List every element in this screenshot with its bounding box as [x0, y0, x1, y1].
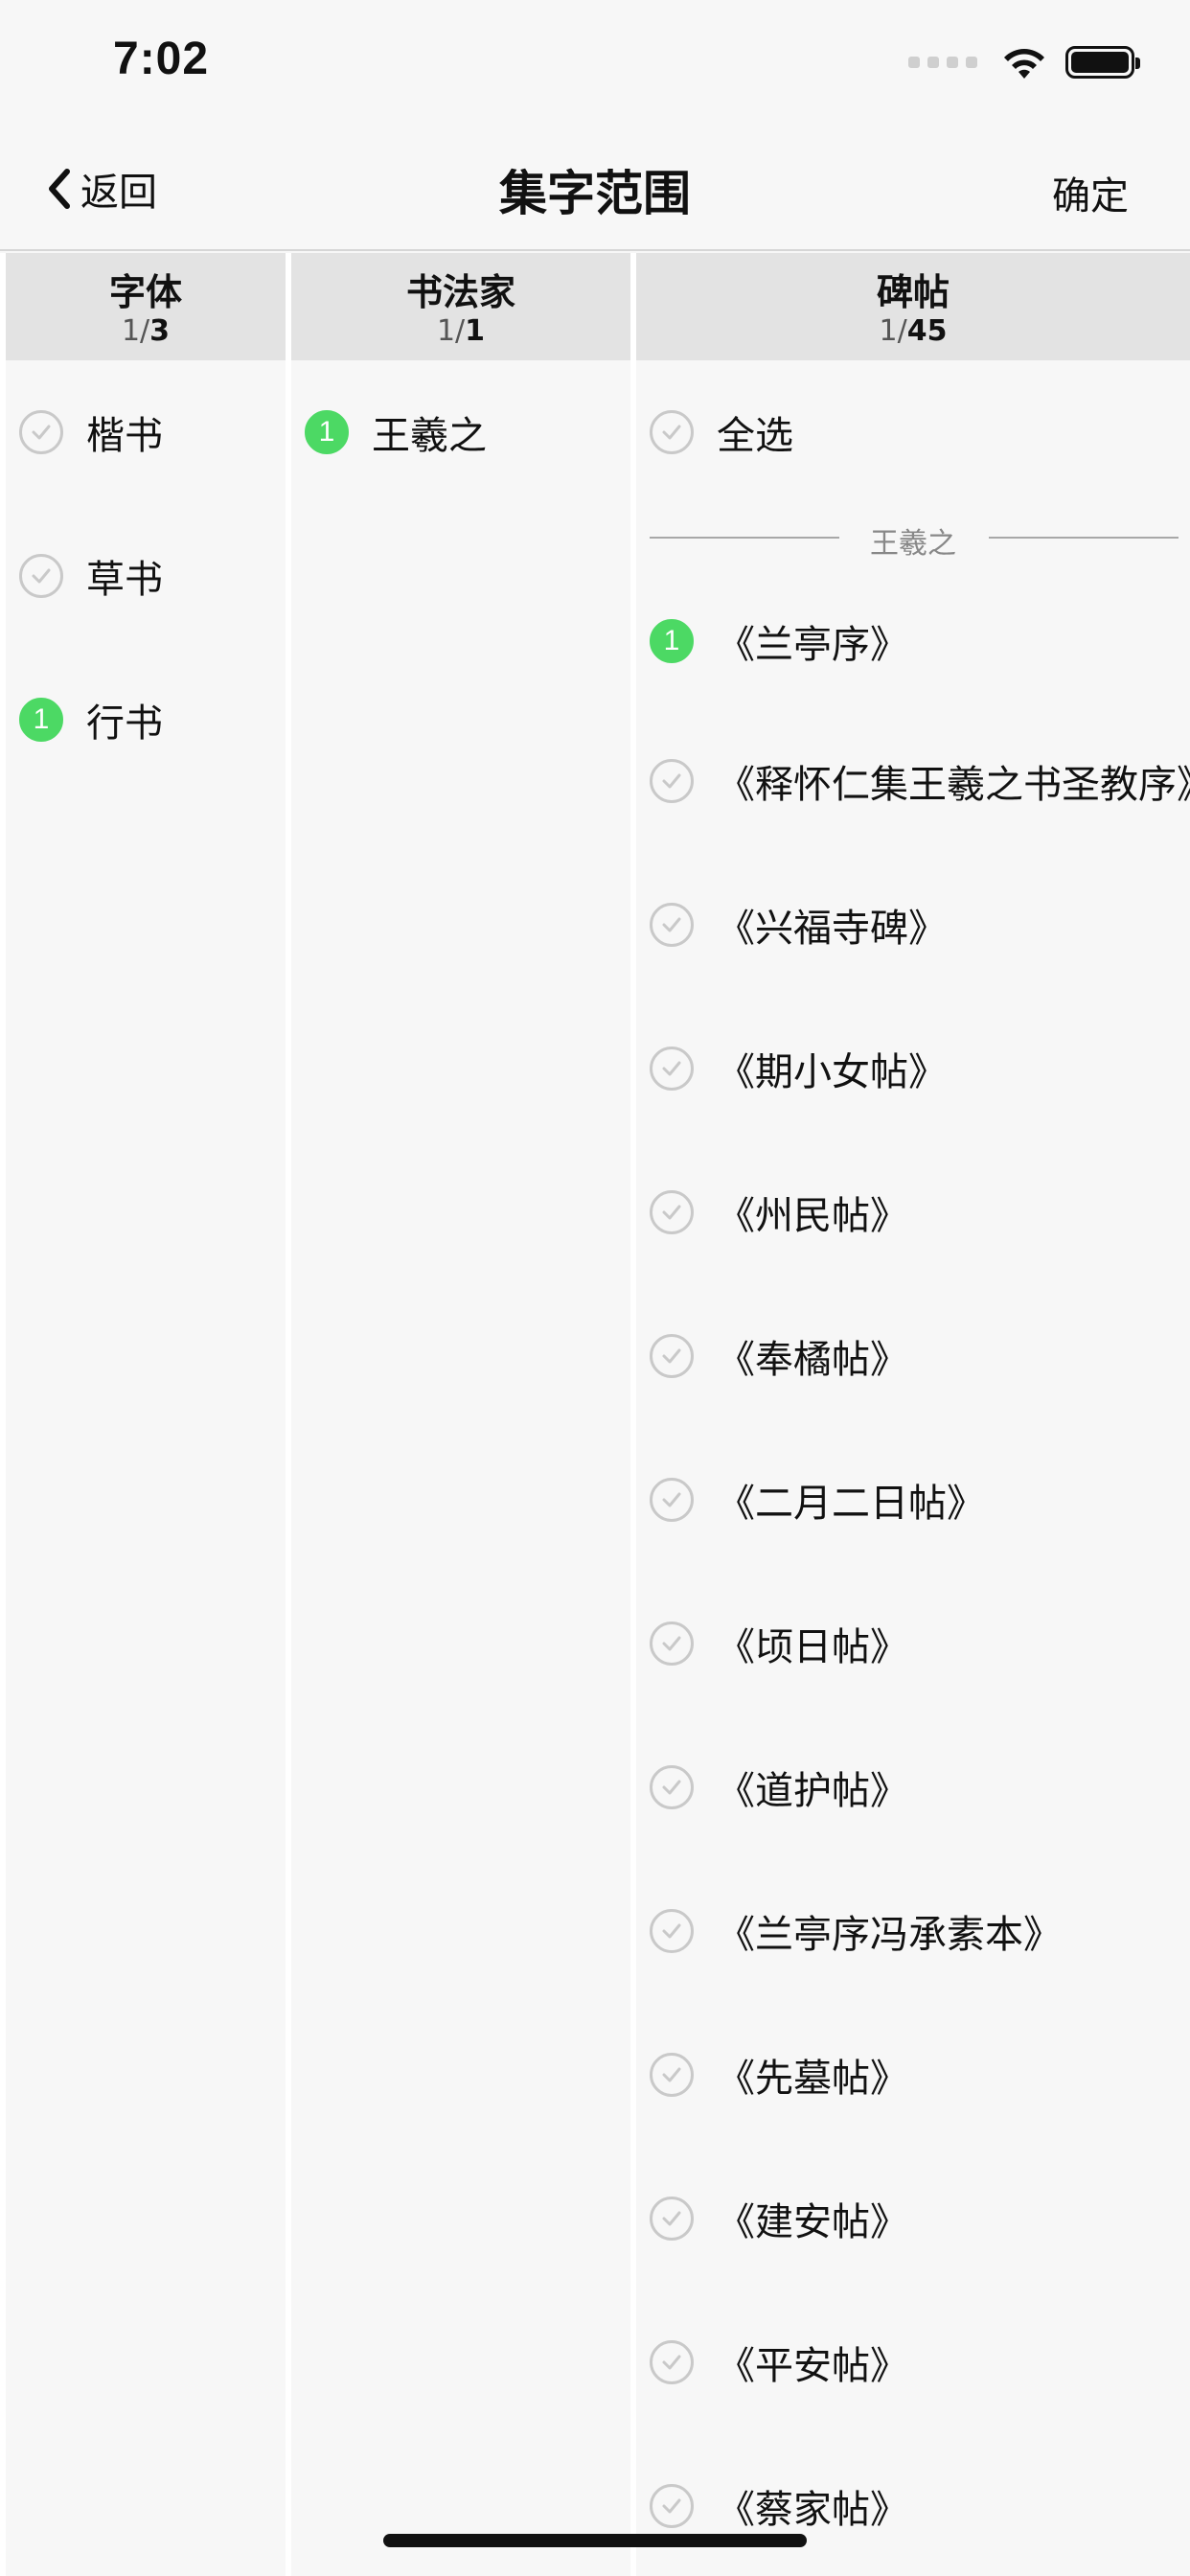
font-style-count: 1/3 [121, 314, 171, 348]
unchecked-circle-icon [650, 1334, 694, 1378]
unchecked-circle-icon [19, 554, 63, 598]
rubbing-label: 《先墓帖》 [717, 2057, 908, 2101]
selection-columns: 字体 1/3 楷书 草书 1 行书 书法家 1/1 1 王羲之 碑帖 1/45 … [0, 253, 1190, 2576]
calligrapher-item-wang-xizhi[interactable]: 1 王羲之 [291, 360, 630, 504]
unchecked-circle-icon [650, 2196, 694, 2241]
rubbing-label: 《二月二日帖》 [717, 1482, 985, 1526]
rubbing-item[interactable]: 《奉橘帖》 [636, 1284, 1190, 1428]
rubbing-label: 《顷日帖》 [717, 1625, 908, 1669]
group-divider: 王羲之 [636, 502, 1190, 573]
calligrapher-column: 书法家 1/1 1 王羲之 [291, 253, 630, 2576]
select-all-label: 全选 [717, 414, 793, 458]
selected-count-badge: 1 [650, 619, 694, 663]
unchecked-circle-icon [650, 1190, 694, 1234]
rubbing-label: 《期小女帖》 [717, 1050, 947, 1094]
rubbing-header: 碑帖 1/45 [636, 253, 1190, 360]
unchecked-circle-icon [650, 1046, 694, 1091]
selected-count-badge: 1 [305, 410, 349, 454]
rubbing-item[interactable]: 《平安帖》 [636, 2290, 1190, 2434]
unchecked-circle-icon [650, 1478, 694, 1522]
rubbing-item[interactable]: 《顷日帖》 [636, 1572, 1190, 1715]
calligrapher-title: 书法家 [405, 271, 515, 313]
rubbing-label: 《兰亭序》 [717, 623, 908, 667]
font-style-title: 字体 [108, 271, 182, 313]
rubbing-list: 1 《兰亭序》《释怀仁集王羲之书圣教序》 《兴福寺碑》 《期小女帖》 《州民帖》《奉橘帖… [636, 573, 1190, 2576]
rubbing-label: 《蔡家帖》 [717, 2488, 908, 2532]
rubbing-label: 《道护帖》 [717, 1769, 908, 1813]
font-style-column: 字体 1/3 楷书 草书 1 行书 [6, 253, 286, 2576]
home-indicator [383, 2534, 807, 2547]
font-style-item-kaishu[interactable]: 楷书 [6, 360, 286, 504]
calligrapher-header: 书法家 1/1 [291, 253, 630, 360]
status-bar: 7:02 [0, 0, 1190, 126]
unchecked-circle-icon [650, 903, 694, 947]
unchecked-circle-icon [650, 2053, 694, 2097]
rubbing-label: 《兰亭序冯承素本》 [717, 1913, 1062, 1957]
unchecked-circle-icon [650, 1909, 694, 1953]
rubbing-title: 碑帖 [876, 271, 950, 313]
cellular-signal-icon [908, 57, 977, 68]
battery-icon [1065, 46, 1140, 79]
calligrapher-count: 1/1 [436, 314, 486, 348]
group-divider-label: 王羲之 [870, 527, 956, 561]
rubbing-item[interactable]: 《期小女帖》 [636, 997, 1190, 1140]
unchecked-circle-icon [650, 759, 694, 803]
rubbing-label: 《建安帖》 [717, 2200, 908, 2244]
font-style-label: 草书 [86, 558, 163, 602]
font-style-item-xingshu[interactable]: 1 行书 [6, 648, 286, 792]
status-time: 7:02 [113, 34, 210, 84]
font-style-header: 字体 1/3 [6, 253, 286, 360]
rubbing-label: 《释怀仁集王羲之书圣教序》 [717, 763, 1190, 807]
selected-count-badge: 1 [19, 698, 63, 742]
unchecked-circle-icon [19, 410, 63, 454]
unchecked-circle-icon [650, 2340, 694, 2384]
font-style-label: 楷书 [86, 414, 163, 458]
calligrapher-label: 王羲之 [372, 414, 487, 458]
rubbing-item[interactable]: 《二月二日帖》 [636, 1428, 1190, 1572]
rubbing-column: 碑帖 1/45 全选 王羲之 1 《兰亭序》《释怀仁集王羲之书圣教序》 《兴福寺碑》… [636, 253, 1190, 2576]
rubbing-count: 1/45 [879, 314, 948, 348]
select-all-item[interactable]: 全选 [636, 360, 1190, 504]
rubbing-item[interactable]: 《州民帖》 [636, 1140, 1190, 1284]
rubbing-label: 《州民帖》 [717, 1194, 908, 1238]
rubbing-item[interactable]: 《兴福寺碑》 [636, 853, 1190, 997]
unchecked-circle-icon [650, 1765, 694, 1809]
rubbing-item[interactable]: 《释怀仁集王羲之书圣教序》 [636, 709, 1190, 853]
status-icons [908, 44, 1140, 80]
navigation-bar: 返回 集字范围 确定 [0, 126, 1190, 251]
page-title: 集字范围 [499, 166, 691, 221]
font-style-label: 行书 [86, 702, 163, 746]
unchecked-circle-icon [650, 2484, 694, 2528]
confirm-button[interactable]: 确定 [1052, 165, 1129, 220]
rubbing-item[interactable]: 《建安帖》 [636, 2147, 1190, 2290]
divider-line [989, 537, 1179, 539]
wifi-icon [1004, 49, 1044, 79]
unchecked-circle-icon [650, 1622, 694, 1666]
rubbing-item[interactable]: 《道护帖》 [636, 1715, 1190, 1859]
font-style-item-caoshu[interactable]: 草书 [6, 504, 286, 648]
rubbing-item[interactable]: 《兰亭序冯承素本》 [636, 1859, 1190, 2003]
rubbing-item[interactable]: 《蔡家帖》 [636, 2434, 1190, 2576]
rubbing-item[interactable]: 1 《兰亭序》 [636, 573, 1190, 709]
rubbing-item[interactable]: 《先墓帖》 [636, 2003, 1190, 2147]
rubbing-label: 《奉橘帖》 [717, 1338, 908, 1382]
rubbing-label: 《兴福寺碑》 [717, 907, 947, 951]
rubbing-label: 《平安帖》 [717, 2344, 908, 2388]
unchecked-circle-icon [650, 410, 694, 454]
